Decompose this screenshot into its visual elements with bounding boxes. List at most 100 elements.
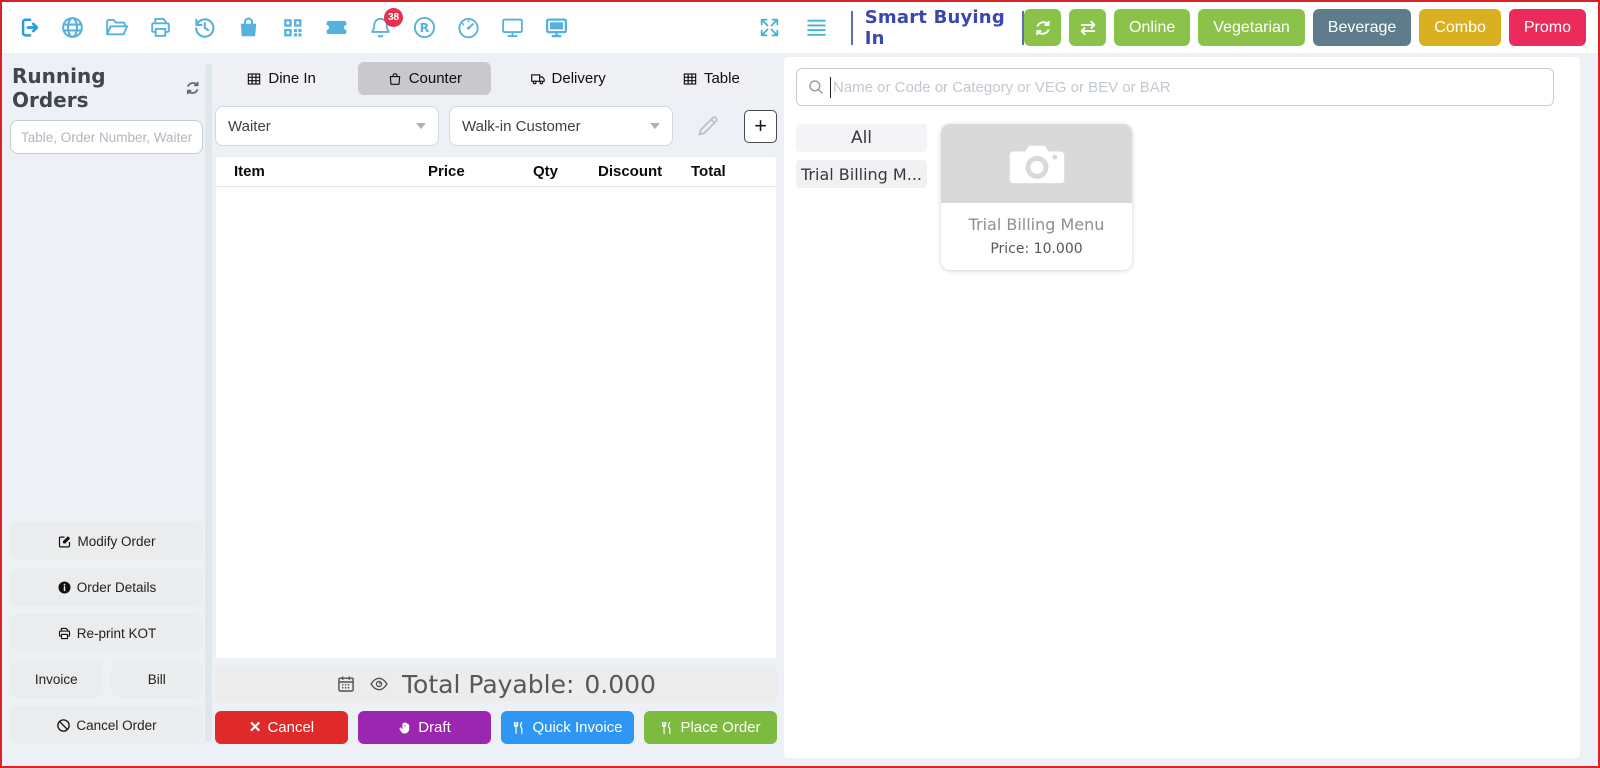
tab-counter[interactable]: Counter xyxy=(358,62,490,95)
menu-icon[interactable] xyxy=(804,15,829,40)
gauge-icon[interactable] xyxy=(456,15,481,40)
tab-dine-in-label: Dine In xyxy=(268,70,316,87)
chevron-down-icon xyxy=(650,123,660,129)
order-table-body-empty xyxy=(216,187,776,658)
tab-table[interactable]: Table xyxy=(645,62,777,95)
place-order-label: Place Order xyxy=(680,719,760,736)
place-order-button[interactable]: Place Order xyxy=(644,711,777,744)
monitor-icon[interactable] xyxy=(500,15,525,40)
online-filter-button[interactable]: Online xyxy=(1114,9,1190,46)
running-orders-title: Running Orders xyxy=(12,64,184,112)
title-separator-right xyxy=(1022,11,1024,45)
ticket-icon[interactable] xyxy=(324,15,349,40)
combo-filter-button[interactable]: Combo xyxy=(1419,9,1501,46)
reprint-kot-label: Re-print KOT xyxy=(77,626,157,641)
add-customer-button[interactable]: + xyxy=(744,110,777,143)
draft-label: Draft xyxy=(418,719,451,736)
product-image-placeholder xyxy=(941,124,1132,203)
order-type-tabs: Dine In Counter Delivery Table xyxy=(215,62,777,95)
running-orders-header: Running Orders xyxy=(10,62,203,120)
search-icon xyxy=(807,78,825,96)
running-orders-sidebar: Running Orders Modify Order Order Detail… xyxy=(10,62,203,744)
swap-button[interactable] xyxy=(1069,9,1106,46)
beverage-filter-button[interactable]: Beverage xyxy=(1313,9,1412,46)
running-orders-list-area xyxy=(10,154,203,514)
toolbar-right-group: Online Vegetarian Beverage Combo Promo xyxy=(1024,9,1586,46)
monitor-alt-icon[interactable] xyxy=(544,15,569,40)
catalog-panel: All Trial Billing M... Trial Billing Men… xyxy=(784,57,1580,758)
sync-button[interactable] xyxy=(1024,9,1061,46)
utensils-icon xyxy=(512,721,526,735)
expand-arrows-icon[interactable] xyxy=(757,15,782,40)
total-payable-label: Total Payable: xyxy=(402,670,574,699)
total-payable-text: Total Payable: 0.000 xyxy=(402,670,656,699)
printer-icon[interactable] xyxy=(148,15,173,40)
modify-order-label: Modify Order xyxy=(77,534,155,549)
quick-invoice-button[interactable]: Quick Invoice xyxy=(501,711,634,744)
product-card[interactable]: Trial Billing Menu Price: 10.000 xyxy=(941,124,1132,270)
history-icon[interactable] xyxy=(192,15,217,40)
bill-button[interactable]: Bill xyxy=(111,660,204,698)
product-grid: Trial Billing Menu Price: 10.000 xyxy=(927,124,1568,270)
product-name: Trial Billing Menu xyxy=(941,215,1132,234)
column-total: Total xyxy=(691,163,776,180)
category-all[interactable]: All xyxy=(796,124,927,152)
catalog-body: All Trial Billing M... Trial Billing Men… xyxy=(796,124,1568,270)
shopping-bag-icon[interactable] xyxy=(236,15,261,40)
app-title: Smart Buying In xyxy=(865,7,1011,49)
column-price: Price xyxy=(428,163,533,180)
invoice-bill-row: Invoice Bill xyxy=(10,652,203,698)
hand-icon xyxy=(398,721,412,735)
registered-icon[interactable] xyxy=(412,15,437,40)
edit-icon xyxy=(57,534,72,549)
edit-customer-icon[interactable] xyxy=(695,113,721,139)
bag-icon xyxy=(387,71,403,87)
folder-open-icon[interactable] xyxy=(104,15,129,40)
table-grid-icon xyxy=(246,71,262,87)
eye-icon[interactable] xyxy=(369,674,389,694)
order-meta-row: Waiter Walk-in Customer + xyxy=(215,106,777,146)
top-toolbar: 38 Smart Buying In Online Vegetarian Bev… xyxy=(2,2,1598,53)
printer-icon xyxy=(57,626,72,641)
modify-order-button[interactable]: Modify Order xyxy=(10,522,203,560)
reprint-kot-button[interactable]: Re-print KOT xyxy=(10,614,203,652)
table-grid-icon xyxy=(682,71,698,87)
cancel-order-button[interactable]: Cancel Order xyxy=(10,706,203,744)
text-caret xyxy=(830,77,831,98)
toolbar-icon-group: 38 xyxy=(16,15,569,40)
catalog-search-input[interactable] xyxy=(825,79,1543,96)
brand-area: Smart Buying In xyxy=(851,7,1024,49)
qr-code-icon[interactable] xyxy=(280,15,305,40)
draft-button[interactable]: Draft xyxy=(358,711,491,744)
vegetarian-filter-button[interactable]: Vegetarian xyxy=(1198,9,1305,46)
app-window: 38 Smart Buying In Online Vegetarian Bev… xyxy=(0,0,1600,768)
info-icon xyxy=(57,580,72,595)
sidebar-scrollbar[interactable] xyxy=(205,64,212,742)
calendar-icon[interactable] xyxy=(336,674,356,694)
cancel-label: Cancel xyxy=(267,719,314,736)
promo-filter-button[interactable]: Promo xyxy=(1509,9,1586,46)
tab-table-label: Table xyxy=(704,70,740,87)
globe-icon[interactable] xyxy=(60,15,85,40)
invoice-button[interactable]: Invoice xyxy=(10,660,103,698)
running-orders-search-input[interactable] xyxy=(10,120,203,154)
tab-delivery[interactable]: Delivery xyxy=(502,62,634,95)
cancel-button[interactable]: ✕ Cancel xyxy=(215,711,348,744)
bell-icon[interactable]: 38 xyxy=(368,15,393,40)
tab-delivery-label: Delivery xyxy=(552,70,606,87)
order-panel: Dine In Counter Delivery Table Waiter Wa… xyxy=(215,62,777,744)
category-trial-billing[interactable]: Trial Billing M... xyxy=(796,160,927,188)
waiter-select[interactable]: Waiter xyxy=(215,106,439,146)
order-table-header: Item Price Qty Discount Total xyxy=(216,157,776,187)
ban-icon xyxy=(56,718,71,733)
truck-icon xyxy=(530,71,546,87)
order-details-label: Order Details xyxy=(77,580,157,595)
sign-out-icon[interactable] xyxy=(16,15,41,40)
refresh-orders-icon[interactable] xyxy=(184,79,201,97)
customer-select[interactable]: Walk-in Customer xyxy=(449,106,673,146)
quick-invoice-label: Quick Invoice xyxy=(532,719,622,736)
tab-dine-in[interactable]: Dine In xyxy=(215,62,347,95)
bill-label: Bill xyxy=(148,672,166,687)
notification-badge: 38 xyxy=(384,8,403,27)
order-details-button[interactable]: Order Details xyxy=(10,568,203,606)
